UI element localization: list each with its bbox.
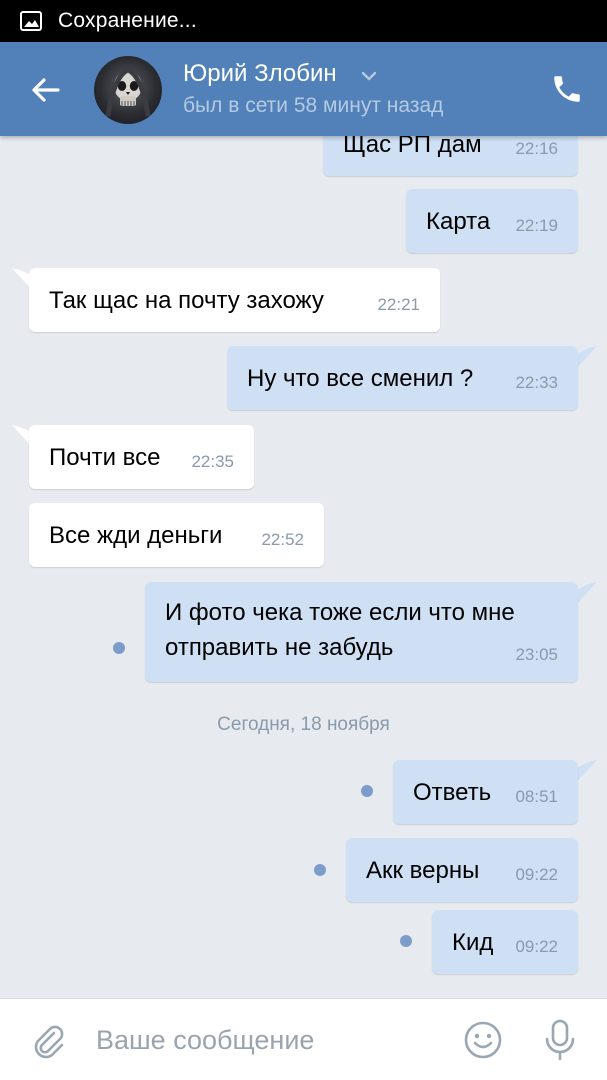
message-text: Почти все [49,444,161,471]
unread-indicator [400,935,412,947]
message-time: 22:33 [515,373,558,392]
message-outgoing[interactable]: И фото чека тоже если что мне отправить … [145,582,578,682]
message-incoming[interactable]: Все жди деньги 22:52 [29,503,324,567]
message-time: 22:16 [515,139,558,158]
message-time: 22:35 [191,452,234,471]
message-text: Кид [452,929,494,956]
chat-header: Юрий Злобин был в сети 58 минут назад [0,42,607,136]
bubble-tail [575,760,597,784]
message-time: 23:05 [515,645,558,664]
smiley-icon[interactable] [462,1019,504,1061]
bubble-tail [575,346,597,370]
skull-avatar-image [105,67,151,117]
message-outgoing[interactable]: Кид 09:22 [432,910,578,974]
microphone-icon[interactable] [540,1017,580,1063]
message-text-line: И фото чека тоже если что мне [165,599,515,626]
message-outgoing[interactable]: Ну что все сменил ? 22:33 [227,346,578,410]
message-composer [0,998,607,1080]
date-separator: Сегодня, 18 ноября [217,714,390,735]
message-outgoing[interactable]: Ответь 08:51 [393,760,578,824]
message-text: Акк верны [366,857,480,884]
paperclip-icon[interactable] [28,1021,68,1061]
message-outgoing[interactable]: Карта 22:19 [406,189,578,253]
contact-name[interactable]: Юрий Злобин [183,60,337,88]
arrow-left-icon[interactable] [26,70,66,110]
message-text: Карта [426,208,491,235]
status-bar-text: Сохранение... [58,9,197,32]
phone-icon[interactable] [550,72,584,106]
message-text: Так щас на почту захожу [49,287,324,314]
bubble-tail [575,582,597,606]
message-time: 22:19 [515,216,558,235]
unread-indicator [113,642,125,654]
message-time: 08:51 [515,787,558,806]
message-text: Ответь [413,779,492,806]
image-icon [20,11,42,31]
message-text: Все жди деньги [49,522,223,549]
message-time: 09:22 [515,865,558,884]
status-bar: Сохранение... [0,0,607,42]
avatar[interactable] [94,56,162,124]
message-outgoing[interactable]: Щас РП дам 22:16 [323,136,578,176]
message-time: 22:21 [377,295,420,314]
message-text-line: отправить не забудь [165,634,394,661]
message-incoming[interactable]: Так щас на почту захожу 22:21 [29,268,440,332]
message-time: 09:22 [515,937,558,956]
message-text: Щас РП дам [343,136,482,158]
message-input[interactable] [96,1019,436,1061]
chevron-down-icon[interactable] [360,70,378,82]
unread-indicator [314,864,326,876]
message-text: Ну что все сменил ? [247,365,474,392]
contact-status: был в сети 58 минут назад [183,94,444,117]
unread-indicator [361,785,373,797]
message-incoming[interactable]: Почти все 22:35 [29,425,254,489]
message-list[interactable]: Щас РП дам 22:16 Карта 22:19 Так щас на … [0,136,607,998]
message-outgoing[interactable]: Акк верны 09:22 [346,838,578,902]
message-time: 22:52 [261,530,304,549]
